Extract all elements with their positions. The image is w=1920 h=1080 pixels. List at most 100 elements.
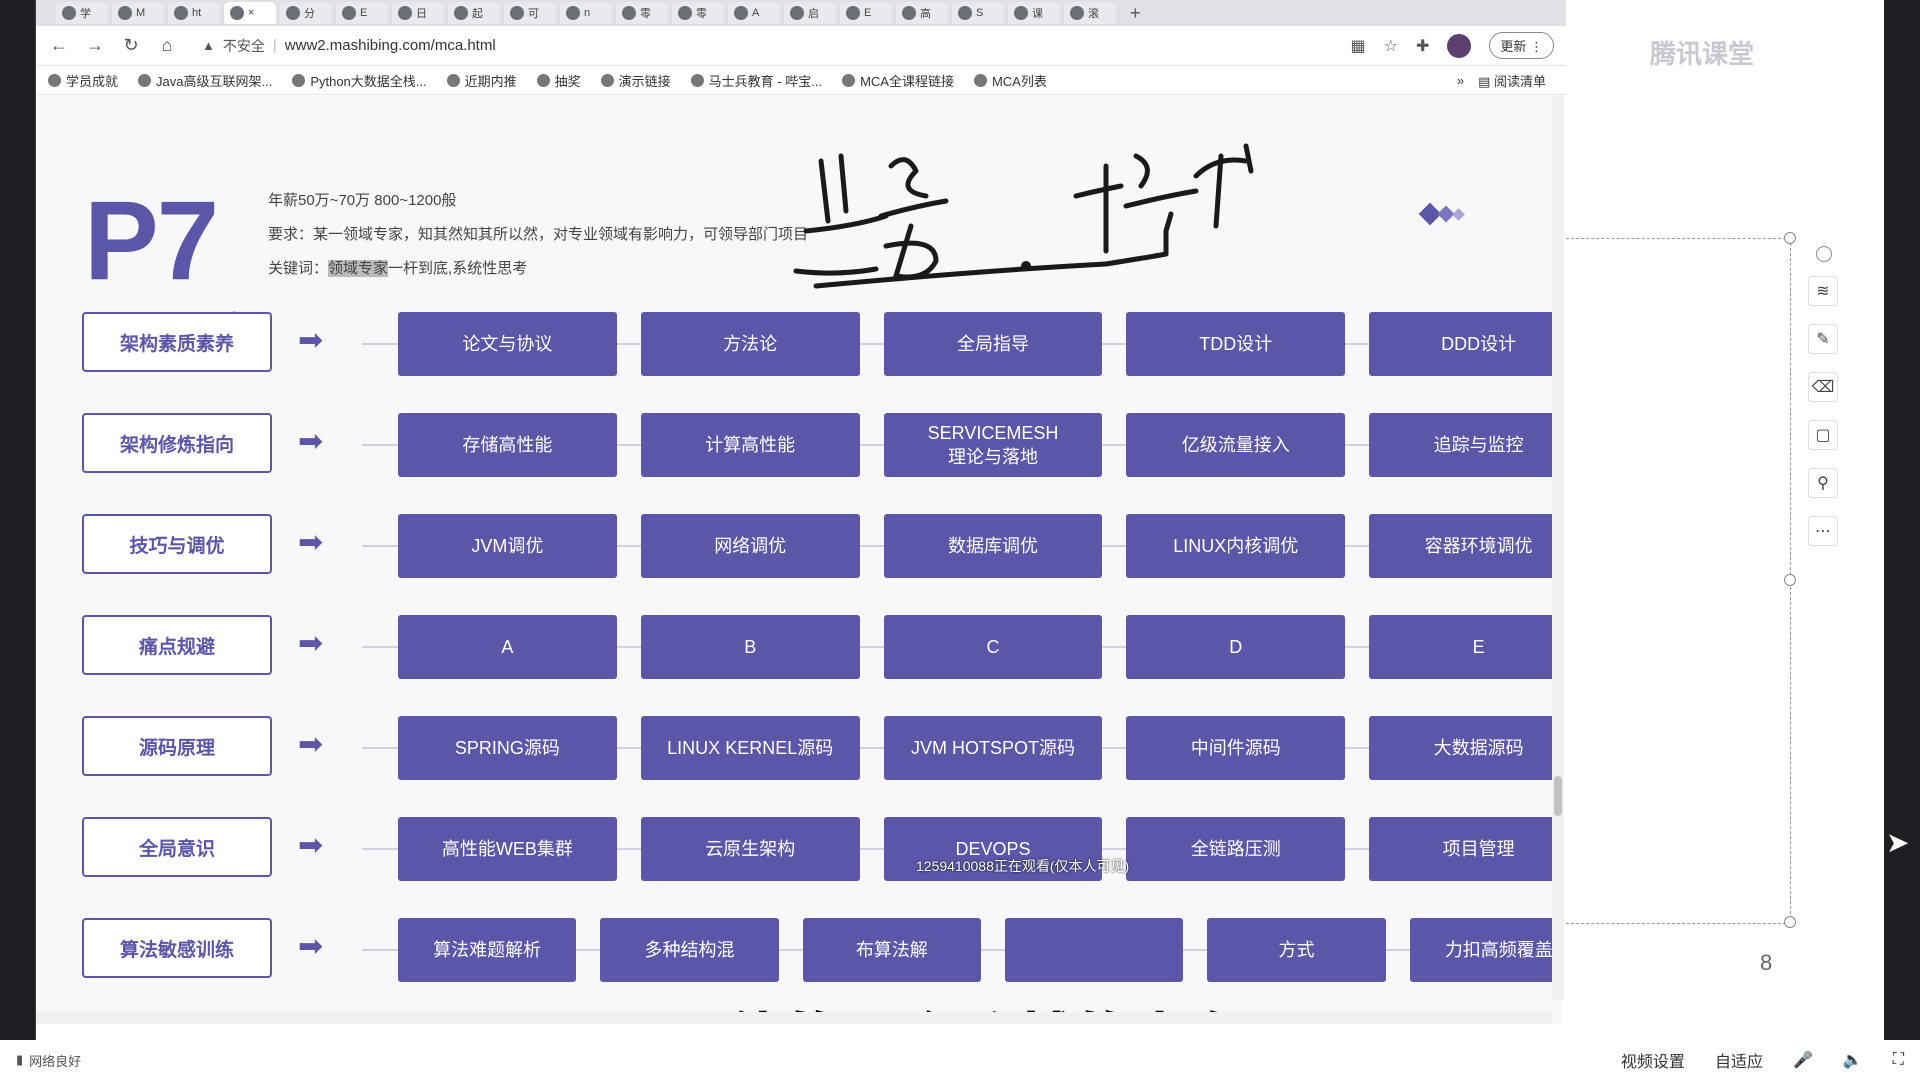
row-category-label: 全局意识 <box>82 817 272 877</box>
omnibox[interactable]: ▲ 不安全 | www2.mashibing.com/mca.html <box>202 36 496 56</box>
tab-favicon-icon <box>398 6 412 20</box>
browser-tab[interactable]: 零 <box>616 2 668 24</box>
bookmark-label: 抽奖 <box>554 74 581 89</box>
skill-card: A <box>398 615 617 679</box>
resize-handle-top[interactable] <box>1784 232 1796 244</box>
bookmark-item[interactable]: MCA列表 <box>973 71 1047 90</box>
fullscreen-icon[interactable]: ⛶ <box>1893 1051 1904 1069</box>
tab-favicon-icon <box>790 6 804 20</box>
resize-handle-bottom[interactable] <box>1784 916 1796 928</box>
browser-tab[interactable]: S <box>952 2 1004 24</box>
browser-tab[interactable]: ht <box>168 2 220 24</box>
home-button[interactable]: ⌂ <box>156 35 178 56</box>
tab-favicon-icon <box>454 6 468 20</box>
tab-label: S <box>976 7 984 19</box>
browser-tab[interactable]: 启 <box>784 2 836 24</box>
tab-label: E <box>864 7 872 19</box>
browser-tab[interactable]: 学 <box>56 2 108 24</box>
eraser-icon[interactable]: ⌫ <box>1808 372 1838 402</box>
skill-row: 痛点规避 ➡ A B C D E <box>82 615 1562 679</box>
back-button[interactable]: ← <box>48 35 70 56</box>
skill-card: 容器环境调优 <box>1369 514 1562 578</box>
bookmark-item[interactable]: 演示链接 <box>600 71 671 90</box>
tab-label: × <box>248 7 255 19</box>
layers-icon[interactable]: ≋ <box>1808 276 1838 306</box>
skill-row: 全局意识 ➡ 高性能WEB集群 云原生架构 DEVOPS 全链路压测 项目管理 <box>82 817 1562 881</box>
bookmark-item[interactable]: 马士兵教育 - 哔宝... <box>690 71 823 90</box>
browser-tab[interactable]: 滚 <box>1064 2 1116 24</box>
viewer-watermark: 1259410088正在观看(仅本人可见) <box>916 858 1130 874</box>
bookmark-item[interactable]: 近期内推 <box>446 71 517 90</box>
arrow-right-icon: ➡ <box>298 728 324 761</box>
browser-tab[interactable]: 高 <box>896 2 948 24</box>
browser-tab[interactable]: M <box>112 2 164 24</box>
browser-tab[interactable]: 分 <box>280 2 332 24</box>
profile-avatar[interactable] <box>1447 33 1472 58</box>
update-button[interactable]: 更新 ⋮ <box>1489 32 1554 59</box>
adaptive-button[interactable]: 自适应 <box>1715 1048 1763 1072</box>
browser-tab[interactable]: 日 <box>392 2 444 24</box>
browser-tab[interactable]: 课 <box>1008 2 1060 24</box>
skill-card: SPRING源码 <box>398 716 617 780</box>
row-category-label: 技巧与调优 <box>82 514 272 574</box>
skill-card: 高性能WEB集群 <box>398 817 617 881</box>
pen-icon[interactable]: ✎ <box>1808 324 1838 354</box>
skill-card: LINUX KERNEL源码 <box>640 716 860 780</box>
scroll-thumb[interactable] <box>1554 776 1562 816</box>
row-category-label: 源码原理 <box>82 716 272 776</box>
browser-tab[interactable]: 起 <box>448 2 500 24</box>
more-icon[interactable]: ⋯ <box>1808 516 1838 546</box>
skill-card: LINUX内核调优 <box>1126 514 1346 578</box>
reload-button[interactable]: ↻ <box>120 35 142 56</box>
url-text[interactable]: www2.mashibing.com/mca.html <box>285 37 496 54</box>
tab-favicon-icon <box>230 6 244 20</box>
toolbar-actions: ▦ ☆ ✚ 更新 ⋮ <box>1350 32 1554 59</box>
skill-card: 布算法解 <box>802 918 981 982</box>
volume-icon[interactable]: 🔈 <box>1843 1050 1863 1070</box>
keywords-line: 关键词：领域专家一杆到底,系统性思考 <box>268 252 808 286</box>
browser-tab[interactable]: n <box>560 2 612 24</box>
bookmarks-bar: 学员成就 Java高级互联网架... Python大数据全栈... 近期内推 抽奖 演示链… <box>36 67 1566 95</box>
keywords-rest: 一杆到底,系统性思考 <box>388 260 528 277</box>
skill-card: DDD设计 <box>1369 312 1562 376</box>
frame-icon[interactable]: ▢ <box>1808 420 1838 450</box>
horizontal-scrollbar[interactable] <box>36 1012 1552 1024</box>
pin-icon[interactable]: ⚲ <box>1808 468 1838 498</box>
bookmark-item[interactable]: 学员成就 <box>48 71 118 90</box>
qr-code-icon[interactable]: ▦ <box>1350 36 1365 56</box>
resize-handle-middle[interactable] <box>1784 574 1796 586</box>
browser-tab[interactable]: 零 <box>672 2 724 24</box>
bookmark-item[interactable]: Python大数据全栈... <box>292 71 427 90</box>
browser-tab[interactable]: × <box>224 2 276 24</box>
bookmark-star-icon[interactable]: ☆ <box>1384 36 1398 56</box>
skill-card: 方法论 <box>640 312 860 376</box>
bookmark-item[interactable]: Java高级互联网架... <box>138 71 272 90</box>
bookmark-item[interactable]: 抽奖 <box>536 71 581 90</box>
skill-card: 方式 <box>1207 918 1386 982</box>
skill-card: 多种结构混 <box>600 918 779 982</box>
browser-tab[interactable]: E <box>336 2 388 24</box>
tab-favicon-icon <box>1070 6 1084 20</box>
reading-list-button[interactable]: ▤ 阅读清单 <box>1478 71 1546 90</box>
bookmark-label: 马士兵教育 - 哔宝... <box>708 74 823 89</box>
video-settings-button[interactable]: 视频设置 <box>1621 1048 1685 1072</box>
arrow-right-icon: ➡ <box>298 627 324 660</box>
tab-favicon-icon <box>622 6 636 20</box>
new-tab-button[interactable]: + <box>1120 3 1151 24</box>
browser-tab[interactable]: E <box>840 2 892 24</box>
bookmark-item[interactable]: MCA全课程链接 <box>842 71 954 90</box>
mic-icon[interactable]: 🎤 <box>1793 1050 1813 1070</box>
bookmark-favicon-icon <box>48 74 61 87</box>
bookmarks-more-button[interactable]: » <box>1457 73 1464 88</box>
extensions-icon[interactable]: ✚ <box>1416 36 1429 56</box>
vertical-scrollbar[interactable] <box>1552 96 1564 1000</box>
browser-tab[interactable]: 可 <box>504 2 556 24</box>
browser-tab[interactable]: A <box>728 2 780 24</box>
player-actions: 视频设置 自适应 🎤 🔈 ⛶ <box>1621 1048 1904 1072</box>
forward-button[interactable]: → <box>84 35 106 56</box>
omnibox-divider: | <box>272 37 277 54</box>
arrow-right-icon: ➡ <box>298 829 324 862</box>
collapse-icon[interactable] <box>1816 246 1832 262</box>
tab-favicon-icon <box>62 6 76 20</box>
bookmarks-right: » ▤ 阅读清单 <box>1457 71 1566 90</box>
